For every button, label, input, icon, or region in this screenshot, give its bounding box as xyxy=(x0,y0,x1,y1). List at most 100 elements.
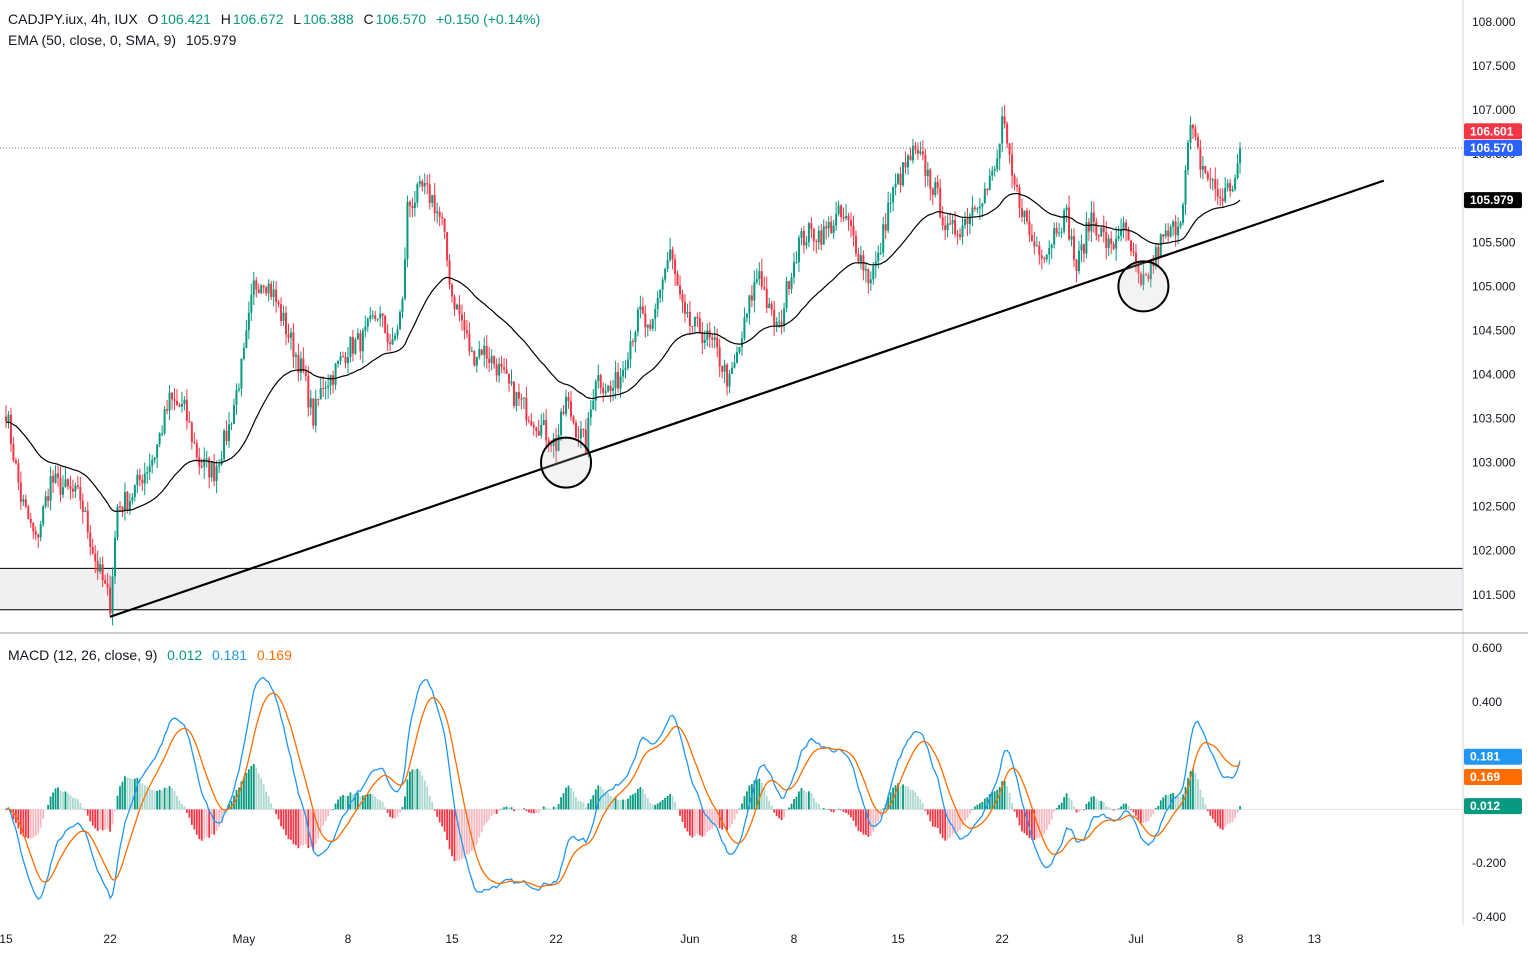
macd-histogram-bar xyxy=(1236,809,1239,813)
symbol-label[interactable]: CADJPY.iux, 4h, IUX xyxy=(8,11,138,27)
candle-body xyxy=(669,249,672,261)
candle-body xyxy=(872,265,875,280)
candle-body xyxy=(954,220,957,235)
candle-body xyxy=(426,183,429,185)
candle-body xyxy=(153,457,156,460)
candle-body xyxy=(916,149,919,154)
candle-body xyxy=(480,349,483,355)
macd-histogram-bar xyxy=(215,809,218,831)
macd-histogram-bar xyxy=(1053,809,1056,813)
candle-body xyxy=(738,347,741,353)
candle-body xyxy=(399,312,402,330)
highlight-circle-1[interactable] xyxy=(540,436,593,489)
candle-body xyxy=(797,237,800,263)
highlight-circle-2[interactable] xyxy=(1117,260,1170,313)
macd-histogram-bar xyxy=(679,809,681,816)
macd-histogram-bar xyxy=(374,796,377,810)
candle-body xyxy=(312,398,315,426)
macd-histogram-bar xyxy=(218,809,221,828)
candle-body xyxy=(589,409,592,418)
candle-body xyxy=(384,315,387,333)
macd-histogram-bar xyxy=(785,809,788,811)
macd-histogram-bar xyxy=(832,809,835,813)
macd-histogram-bar xyxy=(389,809,391,817)
macd-histogram-bar xyxy=(508,807,510,810)
candle-body xyxy=(1033,241,1036,247)
candle-body xyxy=(812,228,815,241)
candle-body xyxy=(567,396,570,402)
candle-body xyxy=(889,202,892,204)
candle-body xyxy=(1001,116,1004,144)
candle-body xyxy=(455,304,458,310)
macd-histogram-bar xyxy=(1142,809,1145,823)
macd-histogram-bar xyxy=(114,809,116,811)
candle-body xyxy=(1125,222,1128,230)
macd-histogram-bar xyxy=(252,763,255,810)
candle-body xyxy=(1073,236,1076,260)
macd-histogram-bar xyxy=(129,778,131,810)
trendline[interactable] xyxy=(109,179,1385,618)
candle-body xyxy=(1211,179,1214,181)
candle-body xyxy=(1162,234,1165,237)
candle-body xyxy=(956,234,959,236)
candle-body xyxy=(453,296,456,310)
candle-body xyxy=(64,479,67,488)
macd-histogram-bar xyxy=(84,809,87,811)
candle-body xyxy=(418,181,421,185)
macd-histogram-bar xyxy=(1147,809,1150,822)
macd-histogram-bar xyxy=(1135,809,1137,816)
macd-histogram-bar xyxy=(121,781,124,810)
macd-histogram-bar xyxy=(636,788,639,810)
macd-histogram-bar xyxy=(302,809,305,846)
candle-body xyxy=(171,392,174,400)
price-candles-layer xyxy=(0,104,1463,626)
macd-histogram-bar xyxy=(845,809,847,814)
candle-body xyxy=(156,444,159,458)
macd-histogram-bar xyxy=(401,807,404,810)
macd-histogram-bar xyxy=(371,794,374,810)
macd-histogram-bar xyxy=(783,809,785,818)
macd-histogram-bar xyxy=(743,796,746,810)
macd-histogram-bar xyxy=(104,809,107,830)
candle-body xyxy=(1177,226,1180,236)
macd-histogram-bar xyxy=(205,809,208,837)
candle-body xyxy=(646,324,649,328)
time-axis-tick-label: 8 xyxy=(345,932,352,946)
candle-body xyxy=(597,375,600,382)
candle-body xyxy=(810,223,813,229)
candle-body xyxy=(929,169,932,189)
macd-tag-hist: 0.012 xyxy=(1470,799,1500,813)
candle-body xyxy=(458,304,461,315)
macd-legend[interactable]: MACD (12, 26, close, 9) 0.012 0.181 0.16… xyxy=(8,646,294,664)
macd-histogram-bar xyxy=(295,809,297,846)
candle-body xyxy=(959,234,962,237)
macd-histogram-bar xyxy=(1105,806,1108,810)
candle-body xyxy=(582,429,585,431)
macd-histogram-bar xyxy=(1008,793,1011,810)
macd-histogram-bar xyxy=(589,799,592,810)
macd-histogram-bar xyxy=(641,788,644,810)
chart-canvas[interactable]: 101.500 102.000 102.500 103.000 103.500 104.0… xyxy=(0,0,1528,954)
candle-body xyxy=(237,388,240,390)
candle-body xyxy=(381,313,384,316)
candle-body xyxy=(522,397,525,399)
candle-body xyxy=(436,211,439,214)
macd-histogram-bar xyxy=(1018,809,1021,826)
candle-body xyxy=(532,425,535,428)
candle-body xyxy=(815,240,818,243)
macd-histogram-bar xyxy=(981,801,984,810)
candle-body xyxy=(1090,212,1093,232)
macd-axis-tick-label: 0.600 xyxy=(1472,641,1502,655)
macd-histogram-bar xyxy=(1216,809,1219,827)
candle-body xyxy=(1224,187,1227,202)
macd-histogram-bar xyxy=(418,770,421,810)
macd-histogram-bar xyxy=(882,808,885,810)
candle-body xyxy=(294,354,297,357)
candle-body xyxy=(391,339,394,345)
ema-legend[interactable]: EMA (50, close, 0, SMA, 9) 105.979 xyxy=(8,31,238,49)
candle-body xyxy=(14,460,17,464)
macd-histogram-bar xyxy=(649,803,652,810)
candle-body xyxy=(755,279,758,283)
candle-body xyxy=(894,183,897,188)
candle-body xyxy=(406,201,409,260)
